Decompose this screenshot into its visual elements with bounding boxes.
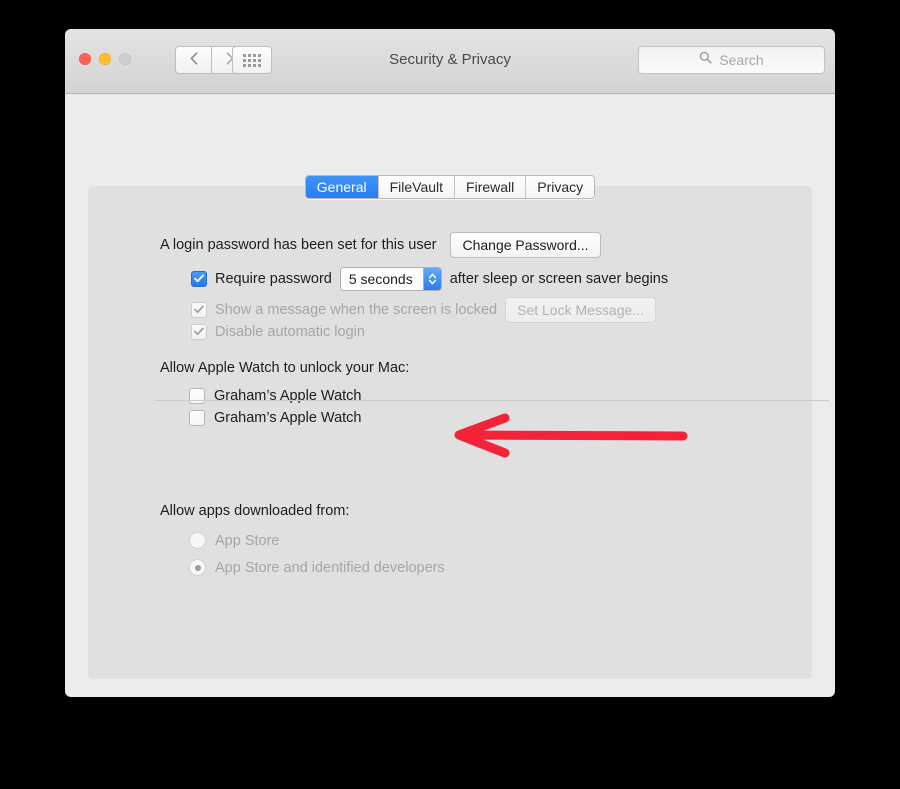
download-option-app-store: App Store (189, 532, 280, 549)
annotation-arrow (445, 412, 690, 463)
apple-watch-heading-label: Allow Apple Watch to unlock your Mac: (160, 360, 410, 376)
window-titlebar: Security & Privacy Search (65, 29, 835, 94)
downloads-heading: Allow apps downloaded from: (160, 503, 349, 519)
apple-watch-device-row: Graham’s Apple Watch (189, 388, 362, 404)
radio-app-store (189, 532, 206, 549)
apple-watch-heading: Allow Apple Watch to unlock your Mac: (160, 360, 409, 376)
search-placeholder: Search (719, 52, 764, 68)
tab-privacy[interactable]: Privacy (526, 176, 595, 198)
search-input[interactable]: Search (638, 46, 825, 74)
set-lock-message-button: Set Lock Message... (505, 297, 656, 323)
password-delay-value: 5 seconds (340, 268, 423, 290)
download-option-identified-developers: App Store and identified developers (189, 559, 445, 576)
radio-identified-developers (189, 559, 206, 576)
tab-filevault[interactable]: FileVault (378, 176, 456, 198)
radio-identified-developers-label: App Store and identified developers (215, 559, 445, 576)
disable-auto-login-checkbox (191, 324, 207, 340)
require-password-row: Require password 5 seconds after sleep o… (191, 267, 668, 291)
radio-app-store-label: App Store (215, 532, 280, 549)
apple-watch-label-1: Graham’s Apple Watch (214, 388, 362, 404)
stepper-icon[interactable] (422, 268, 441, 290)
downloads-heading-label: Allow apps downloaded from: (160, 503, 350, 519)
login-password-row: A login password has been set for this u… (160, 232, 601, 258)
password-delay-select[interactable]: 5 seconds (339, 267, 442, 291)
window-body: General FileVault Firewall Privacy A log… (65, 94, 835, 697)
tab-bar: General FileVault Firewall Privacy (65, 175, 835, 199)
require-password-checkbox[interactable] (191, 271, 207, 287)
change-password-button[interactable]: Change Password... (450, 232, 601, 258)
apple-watch-device-row: Graham’s Apple Watch (189, 410, 362, 426)
tab-general[interactable]: General (305, 176, 379, 198)
disable-auto-login-row: Disable automatic login (191, 324, 365, 340)
require-password-label: Require password (215, 271, 332, 287)
show-lock-message-checkbox (191, 302, 207, 318)
apple-watch-label-2: Graham’s Apple Watch (214, 410, 362, 426)
login-password-label: A login password has been set for this u… (160, 237, 437, 253)
search-icon (699, 51, 712, 69)
section-divider (155, 400, 829, 401)
checkmark-icon (194, 323, 204, 341)
show-lock-message-label: Show a message when the screen is locked (215, 302, 498, 318)
checkmark-icon (194, 270, 204, 288)
apple-watch-checkbox-1[interactable] (189, 388, 205, 404)
disable-auto-login-label: Disable automatic login (215, 324, 365, 340)
security-privacy-window: Security & Privacy Search General FileVa… (65, 29, 835, 697)
require-password-suffix: after sleep or screen saver begins (449, 271, 669, 287)
tab-firewall[interactable]: Firewall (455, 176, 527, 198)
apple-watch-checkbox-2[interactable] (189, 410, 205, 426)
show-lock-message-row: Show a message when the screen is locked… (191, 297, 656, 323)
checkmark-icon (194, 301, 204, 319)
